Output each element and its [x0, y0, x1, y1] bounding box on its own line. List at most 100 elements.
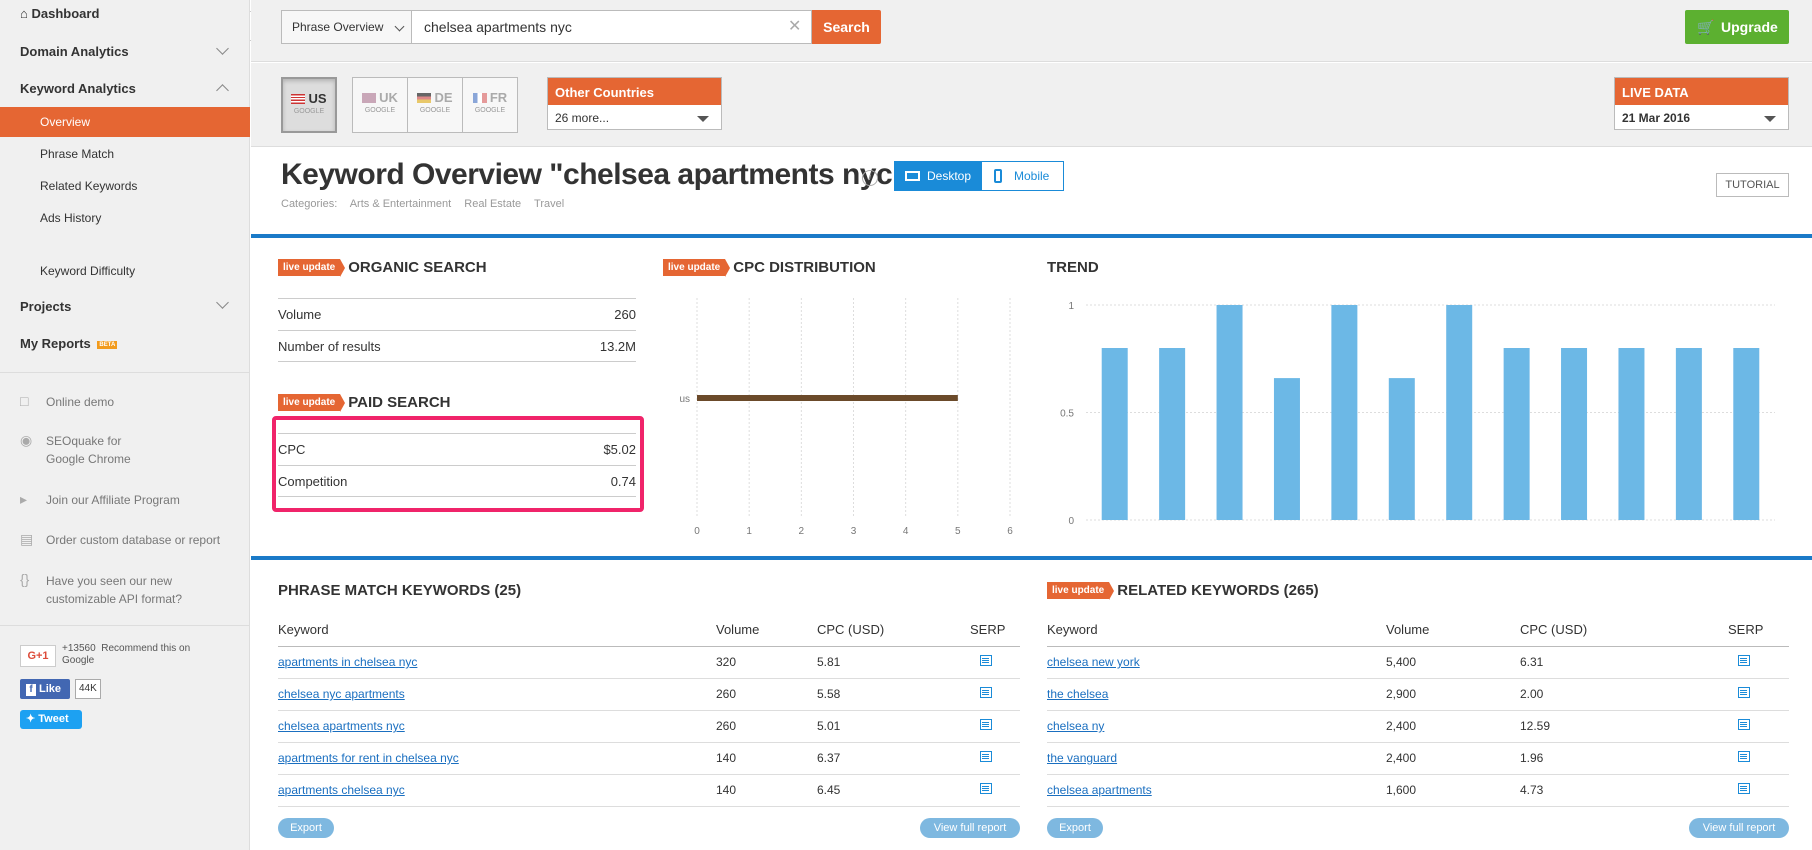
- keyword-cell: apartments for rent in chelsea nyc: [278, 742, 716, 775]
- sidebar-item-label: Keyword Analytics: [20, 81, 136, 96]
- x-tick-label: 2: [799, 526, 805, 535]
- serp-icon[interactable]: [980, 751, 992, 762]
- seoquake-link[interactable]: SEOquake for Google Chrome: [46, 432, 131, 468]
- view-full-report-button[interactable]: View full report: [1689, 818, 1789, 838]
- search-button[interactable]: Search: [812, 10, 881, 44]
- keyword-link[interactable]: the vanguard: [1047, 751, 1117, 765]
- live-data-dropdown[interactable]: LIVE DATA 21 Mar 2016: [1614, 77, 1789, 130]
- trend-bar: [1331, 305, 1358, 520]
- info-icon[interactable]: i: [862, 170, 878, 186]
- mobile-toggle[interactable]: Mobile: [981, 161, 1064, 191]
- sidebar-item-phrase-match[interactable]: Phrase Match: [40, 147, 114, 161]
- order-database-link[interactable]: Order custom database or report: [46, 531, 220, 549]
- view-full-report-button[interactable]: View full report: [920, 818, 1020, 838]
- like-count: 44K: [75, 679, 101, 699]
- column-header[interactable]: Volume: [1386, 614, 1520, 647]
- category-link[interactable]: Travel: [534, 198, 564, 210]
- serp-icon[interactable]: [1738, 655, 1750, 666]
- serp-icon[interactable]: [1738, 687, 1750, 698]
- serp-cell: [970, 742, 1020, 775]
- sidebar-item-my-reports[interactable]: My Reports BETA: [20, 336, 118, 351]
- braces-icon: {}: [20, 571, 30, 587]
- serp-icon[interactable]: [980, 655, 992, 666]
- sidebar-item-keyword-analytics[interactable]: Keyword Analytics: [20, 81, 136, 96]
- keyword-link[interactable]: apartments in chelsea nyc: [278, 655, 417, 669]
- uk-flag-icon: [362, 93, 377, 103]
- keyword-link[interactable]: chelsea apartments: [1047, 783, 1152, 797]
- database-engine: GOOGLE: [419, 107, 451, 114]
- tutorial-button[interactable]: TUTORIAL: [1716, 173, 1789, 197]
- related-keywords-title: live update RELATED KEYWORDS (265): [1047, 582, 1319, 600]
- affiliate-link[interactable]: Join our Affiliate Program: [46, 491, 180, 509]
- sidebar-item-overview[interactable]: Overview: [40, 115, 90, 129]
- serp-icon[interactable]: [980, 687, 992, 698]
- serp-icon[interactable]: [980, 783, 992, 794]
- serp-icon[interactable]: [980, 719, 992, 730]
- keyword-link[interactable]: chelsea apartments nyc: [278, 719, 405, 733]
- serp-cell: [970, 678, 1020, 711]
- chevron-down-icon[interactable]: [216, 42, 229, 55]
- monitor-icon: [905, 171, 920, 181]
- row-value: 13.2M: [599, 339, 636, 354]
- export-button[interactable]: Export: [278, 818, 334, 838]
- keyword-link[interactable]: chelsea nyc apartments: [278, 687, 405, 701]
- trend-bar: [1503, 348, 1530, 520]
- category-link[interactable]: Real Estate: [464, 198, 521, 210]
- chevron-up-icon[interactable]: [216, 84, 229, 97]
- upgrade-button[interactable]: 🛒 Upgrade: [1685, 10, 1789, 44]
- y-tick-label: 1: [1068, 301, 1074, 312]
- serp-icon[interactable]: [1738, 719, 1750, 730]
- x-tick-label: 6: [1007, 526, 1013, 535]
- sidebar-item-domain-analytics[interactable]: Domain Analytics: [20, 44, 129, 59]
- seoquake-line-1: SEOquake for: [46, 434, 122, 448]
- database-engine: GOOGLE: [474, 107, 506, 114]
- cpc-cell: 4.73: [1520, 774, 1728, 807]
- search-mode-select[interactable]: Phrase Overview: [281, 10, 412, 44]
- database-de[interactable]: DE GOOGLE: [407, 77, 463, 133]
- keyword-link[interactable]: chelsea ny: [1047, 719, 1104, 733]
- volume-cell: 2,400: [1386, 710, 1520, 743]
- live-update-badge: live update: [1047, 582, 1115, 600]
- table-row: the vanguard 2,400 1.96: [1047, 742, 1789, 775]
- keyword-link[interactable]: apartments for rent in chelsea nyc: [278, 751, 459, 765]
- column-header[interactable]: Keyword: [1047, 614, 1386, 647]
- volume-cell: 320: [716, 646, 817, 679]
- database-fr[interactable]: FR GOOGLE: [462, 77, 518, 133]
- serp-icon[interactable]: [1738, 751, 1750, 762]
- column-header[interactable]: CPC (USD): [1520, 614, 1728, 647]
- chevron-down-icon[interactable]: [216, 296, 229, 309]
- facebook-like-button[interactable]: f Like: [20, 679, 70, 699]
- paid-search-title: live update PAID SEARCH: [278, 394, 450, 412]
- online-demo-link[interactable]: Online demo: [46, 393, 114, 411]
- sidebar-item-projects[interactable]: Projects: [20, 299, 71, 314]
- keyword-link[interactable]: chelsea new york: [1047, 655, 1140, 669]
- sidebar-item-label: Dashboard: [31, 6, 100, 21]
- database-us[interactable]: US GOOGLE: [281, 77, 337, 133]
- keyword-link[interactable]: the chelsea: [1047, 687, 1108, 701]
- tweet-button[interactable]: ✦ Tweet: [20, 710, 82, 729]
- sidebar-item-ads-history[interactable]: Ads History: [40, 211, 101, 225]
- other-countries-dropdown[interactable]: Other Countries 26 more...: [547, 77, 722, 130]
- y-category-label: us: [679, 394, 690, 405]
- column-header[interactable]: CPC (USD): [817, 614, 970, 647]
- serp-icon[interactable]: [1738, 783, 1750, 794]
- serp-cell: [1728, 646, 1789, 679]
- y-tick-label: 0: [1068, 516, 1074, 527]
- database-uk[interactable]: UK GOOGLE: [352, 77, 408, 133]
- keyword-link[interactable]: apartments chelsea nyc: [278, 783, 405, 797]
- category-link[interactable]: Arts & Entertainment: [350, 198, 452, 210]
- phone-icon: [994, 169, 1002, 183]
- gplus-count: +13560: [62, 643, 96, 654]
- api-format-link[interactable]: Have you seen our new customizable API f…: [46, 572, 182, 608]
- sidebar-item-dashboard[interactable]: ⌂ Dashboard: [20, 6, 99, 21]
- search-input[interactable]: [412, 10, 812, 44]
- column-header[interactable]: Keyword: [278, 614, 716, 647]
- desktop-toggle[interactable]: Desktop: [894, 161, 981, 191]
- sidebar-item-keyword-difficulty[interactable]: Keyword Difficulty: [40, 264, 135, 278]
- google-plus-button[interactable]: G+1: [20, 645, 56, 667]
- export-button[interactable]: Export: [1047, 818, 1103, 838]
- column-header[interactable]: Volume: [716, 614, 817, 647]
- clear-icon[interactable]: ✕: [788, 16, 801, 36]
- sidebar-item-related-keywords[interactable]: Related Keywords: [40, 179, 137, 193]
- recommend-line-2: Google: [62, 655, 95, 666]
